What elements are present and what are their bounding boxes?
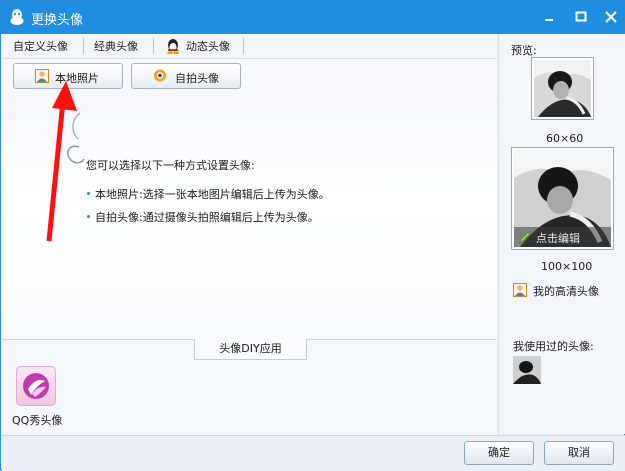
preview-label: 预览: [511, 44, 537, 57]
red-arrow-annotation [46, 81, 77, 242]
minimize-icon[interactable] [540, 9, 558, 25]
qq-show-app-icon[interactable] [16, 366, 56, 406]
pencil-icon [519, 231, 531, 243]
used-avatar-thumbnail[interactable] [513, 356, 541, 384]
tab-animated-avatar[interactable]: 动态头像 [186, 38, 230, 54]
avatar-diy-button[interactable]: 头像DIY应用 [194, 339, 307, 360]
instruction-item: 自拍头像:通过摄像头拍照编辑后上传为头像。 [95, 211, 319, 224]
hd-avatar-icon [513, 283, 527, 297]
bullet-dot [87, 215, 90, 218]
intro-text: 您可以选择以下一种方式设置头像: [86, 159, 255, 172]
small-avatar-preview [531, 57, 594, 120]
edit-label: 点击编辑 [536, 232, 580, 245]
hd-avatar-link[interactable]: 我的高清头像 [533, 283, 599, 299]
large-size-label: 100×100 [541, 260, 593, 273]
tab-divider [243, 38, 244, 54]
close-icon[interactable] [602, 9, 620, 25]
tab-divider [83, 38, 84, 54]
large-avatar-preview[interactable]: 点击编辑 [511, 147, 614, 250]
avatar-tabs: 自定义头像 经典头像 动态头像 [2, 34, 497, 59]
selfie-label: 自拍头像 [175, 72, 219, 85]
tab-custom-avatar[interactable]: 自定义头像 [13, 38, 68, 54]
dialog-footer: 确定 取消 [2, 435, 625, 471]
qq-show-app-label[interactable]: QQ秀头像 [12, 412, 62, 428]
preview-panel: 预览: 60×60 点击编辑 100×100 我的高清头像 我使用过的头像: [498, 34, 625, 434]
tab-classic-avatar[interactable]: 经典头像 [94, 38, 138, 54]
title-bar[interactable]: 更换头像 [1, 1, 624, 34]
qq-penguin-icon [10, 9, 24, 25]
used-avatars-label: 我使用过的头像: [513, 340, 594, 353]
change-avatar-window: 更换头像 自定义头像 经典头像 动态头像 本地照片 自拍头像 您可以选择以下一种… [0, 0, 625, 471]
bullet-dot [87, 192, 90, 195]
animated-penguin-icon [167, 39, 179, 54]
edit-overlay[interactable]: 点击编辑 [514, 227, 611, 247]
small-size-label: 60×60 [546, 132, 584, 145]
tab-divider [153, 38, 154, 54]
ok-button[interactable]: 确定 [464, 441, 534, 465]
webcam-icon [154, 69, 166, 82]
cancel-button[interactable]: 取消 [544, 441, 614, 465]
window-title: 更换头像 [31, 13, 84, 28]
selfie-button[interactable]: 自拍头像 [131, 63, 241, 89]
instruction-item: 本地照片:选择一张本地图片编辑后上传为头像。 [95, 188, 330, 201]
maximize-icon[interactable] [572, 9, 590, 25]
